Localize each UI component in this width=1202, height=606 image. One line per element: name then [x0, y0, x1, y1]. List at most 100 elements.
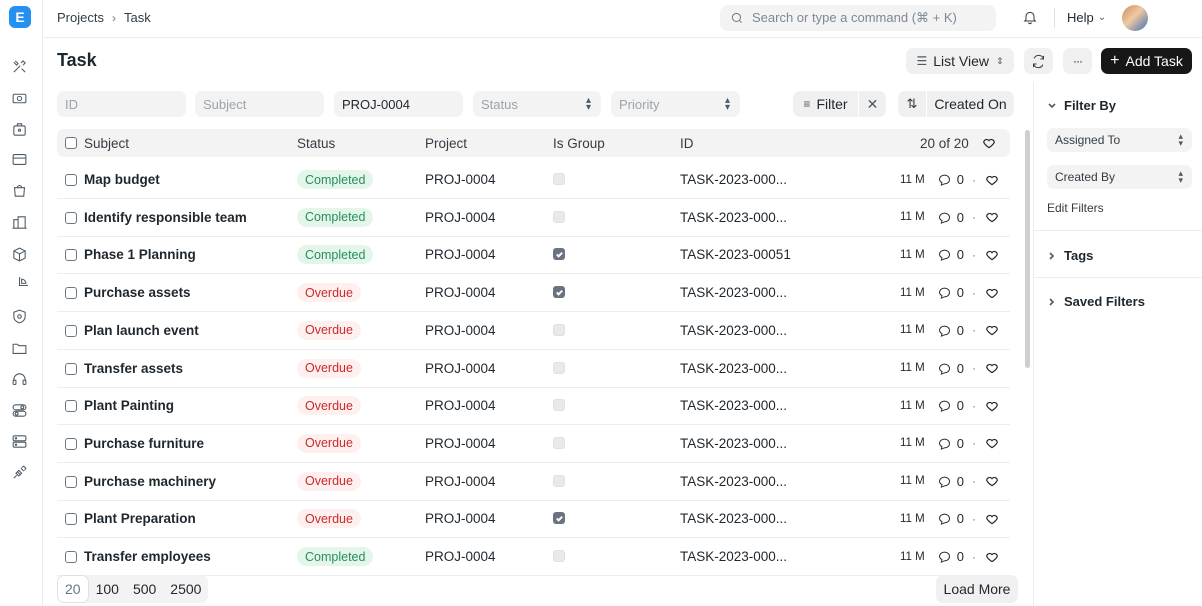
heart-icon[interactable]: [982, 136, 996, 150]
app-logo[interactable]: E: [9, 6, 31, 28]
task-subject[interactable]: Transfer employees: [84, 549, 211, 564]
row-checkbox[interactable]: [65, 211, 77, 224]
heart-icon[interactable]: [985, 286, 999, 300]
table-row[interactable]: Plant Painting Overdue PROJ-0004 TASK-2023-…: [57, 387, 1010, 426]
table-row[interactable]: Plant Preparation Overdue PROJ-0004 TASK-20…: [57, 500, 1010, 539]
subject-filter-input[interactable]: Subject: [195, 91, 324, 117]
tags-section[interactable]: Tags: [1047, 248, 1093, 263]
task-subject[interactable]: Purchase furniture: [84, 436, 204, 451]
divider: [1054, 8, 1055, 28]
help-dropdown[interactable]: Help ⌄: [1067, 10, 1106, 25]
task-subject[interactable]: Purchase machinery: [84, 474, 216, 489]
plug-icon[interactable]: [10, 463, 28, 481]
building-icon[interactable]: [10, 213, 28, 231]
refresh-button[interactable]: [1024, 48, 1053, 74]
project-filter-input[interactable]: PROJ-0004: [334, 91, 463, 117]
heart-icon[interactable]: [985, 173, 999, 187]
task-subject[interactable]: Plan launch event: [84, 323, 199, 338]
table-row[interactable]: Purchase machinery Overdue PROJ-0004 TASK-2…: [57, 463, 1010, 501]
table-row[interactable]: Purchase furniture Overdue PROJ-0004 TASK-2…: [57, 425, 1010, 463]
row-checkbox[interactable]: [65, 400, 77, 413]
dot-separator: ·: [971, 549, 976, 564]
table-row[interactable]: Map budget Completed PROJ-0004 TASK-2023-00…: [57, 161, 1010, 199]
heart-icon[interactable]: [985, 512, 999, 526]
row-checkbox[interactable]: [65, 174, 77, 186]
breadcrumb-task[interactable]: Task: [124, 10, 151, 25]
task-subject[interactable]: Plant Preparation: [84, 511, 196, 526]
heart-icon[interactable]: [985, 550, 999, 564]
breadcrumb-projects[interactable]: Projects: [57, 10, 104, 25]
task-subject[interactable]: Transfer assets: [84, 361, 183, 376]
folder-icon[interactable]: [10, 339, 28, 357]
project-cell: PROJ-0004: [425, 247, 496, 263]
status-badge: Overdue: [297, 320, 361, 340]
saved-filters-section[interactable]: Saved Filters: [1047, 294, 1145, 309]
task-subject[interactable]: Purchase assets: [84, 285, 191, 300]
shield-icon[interactable]: [10, 307, 28, 325]
card-icon[interactable]: [10, 150, 28, 168]
tools-icon[interactable]: [10, 57, 28, 75]
table-row[interactable]: Phase 1 Planning Completed PROJ-0004 TASK-2…: [57, 236, 1010, 275]
task-subject[interactable]: Plant Painting: [84, 398, 174, 413]
heart-icon[interactable]: [985, 210, 999, 224]
toggle-icon[interactable]: [10, 401, 28, 419]
filter-button[interactable]: ≡ Filter: [793, 91, 858, 117]
task-id-cell: TASK-2023-00051: [680, 247, 791, 263]
heart-icon[interactable]: [985, 248, 999, 262]
page-size-20[interactable]: 20: [57, 575, 89, 603]
page-size-2500[interactable]: 2500: [163, 575, 208, 603]
search-input[interactable]: Search or type a command (⌘ + K): [720, 5, 996, 31]
row-checkbox[interactable]: [65, 362, 77, 375]
heart-icon[interactable]: [985, 361, 999, 375]
is-group-checkbox: [553, 173, 565, 185]
page-size-500[interactable]: 500: [126, 575, 163, 603]
filter-by-section[interactable]: Filter By: [1047, 98, 1116, 113]
task-subject[interactable]: Map budget: [84, 172, 160, 187]
projector-icon[interactable]: [10, 89, 28, 107]
table-row[interactable]: Transfer assets Overdue PROJ-0004 TASK-2023…: [57, 350, 1010, 388]
sort-direction-button[interactable]: ⇅: [898, 91, 926, 117]
bell-icon[interactable]: [1022, 9, 1040, 27]
headset-icon[interactable]: [10, 370, 28, 388]
row-checkbox[interactable]: [65, 249, 77, 262]
list-view-button[interactable]: ☰ List View ⇕: [906, 48, 1014, 74]
select-all-checkbox[interactable]: [65, 137, 77, 149]
created-by-select[interactable]: Created By ▴ ▾: [1047, 165, 1192, 189]
heart-icon[interactable]: [985, 474, 999, 488]
briefcase-icon[interactable]: [10, 120, 28, 138]
more-button[interactable]: ···: [1063, 48, 1092, 74]
row-checkbox[interactable]: [65, 324, 77, 337]
server-icon[interactable]: [10, 432, 28, 450]
row-checkbox[interactable]: [65, 437, 77, 450]
heart-icon[interactable]: [985, 323, 999, 337]
box-icon[interactable]: [10, 245, 28, 263]
add-task-button[interactable]: + Add Task: [1101, 48, 1192, 74]
page-size-100[interactable]: 100: [89, 575, 126, 603]
priority-filter-select[interactable]: Priority ▴ ▾: [611, 91, 740, 117]
table-row[interactable]: Transfer employees Completed PROJ-0004 TASK…: [57, 538, 1010, 576]
task-id-cell: TASK-2023-000...: [680, 285, 788, 301]
id-filter-input[interactable]: ID: [57, 91, 186, 117]
comment-count: 0: [956, 398, 964, 414]
scrollbar[interactable]: [1025, 130, 1030, 368]
edit-filters-link[interactable]: Edit Filters: [1047, 201, 1104, 215]
row-checkbox[interactable]: [65, 551, 77, 563]
table-row[interactable]: Purchase assets Overdue PROJ-0004 TASK-2023…: [57, 274, 1010, 313]
task-subject[interactable]: Phase 1 Planning: [84, 247, 196, 262]
bag-icon[interactable]: [10, 181, 28, 199]
task-subject[interactable]: Identify responsible team: [84, 210, 247, 225]
pie-chart-icon[interactable]: [10, 276, 28, 294]
status-filter-select[interactable]: Status ▴ ▾: [473, 91, 601, 117]
clear-filter-button[interactable]: ✕: [859, 91, 886, 117]
heart-icon[interactable]: [985, 436, 999, 450]
load-more-button[interactable]: Load More: [936, 575, 1018, 603]
table-row[interactable]: Identify responsible team Completed PROJ-0…: [57, 199, 1010, 237]
row-checkbox[interactable]: [65, 513, 77, 526]
assigned-to-select[interactable]: Assigned To ▴ ▾: [1047, 128, 1192, 152]
avatar[interactable]: [1122, 5, 1148, 31]
sort-field-button[interactable]: Created On: [927, 91, 1014, 117]
row-checkbox[interactable]: [65, 475, 77, 488]
table-row[interactable]: Plan launch event Overdue PROJ-0004 TASK-20…: [57, 312, 1010, 350]
heart-icon[interactable]: [985, 399, 999, 413]
row-checkbox[interactable]: [65, 287, 77, 300]
